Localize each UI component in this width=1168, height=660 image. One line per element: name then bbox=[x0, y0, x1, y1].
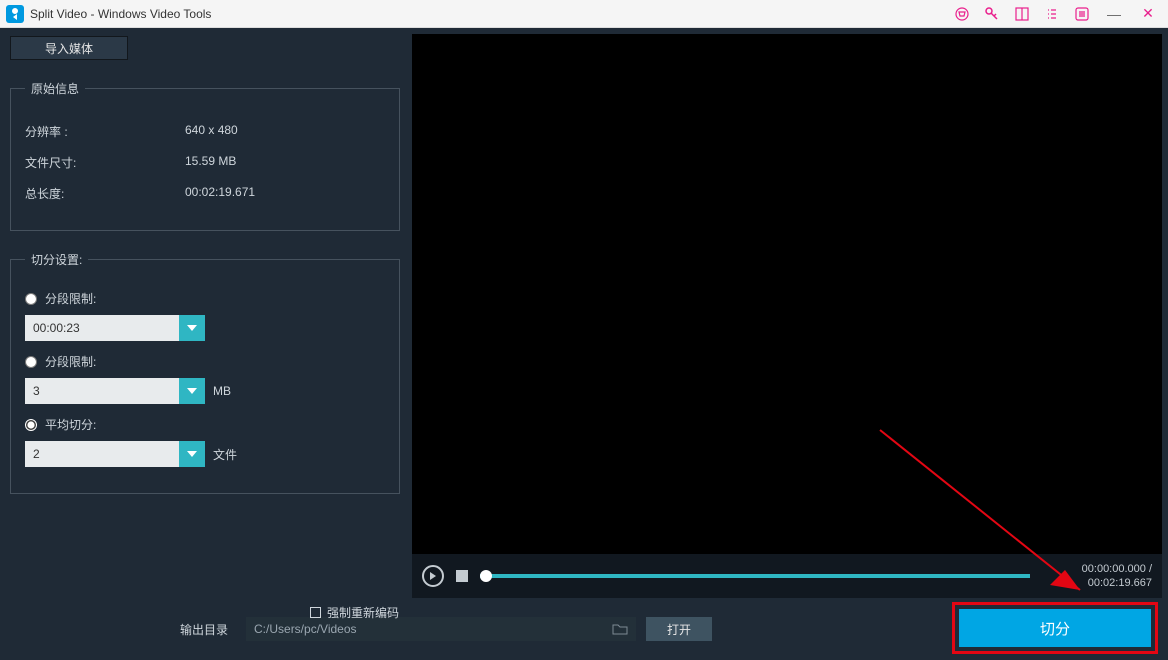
resolution-value: 640 x 480 bbox=[185, 123, 238, 140]
folder-icon[interactable] bbox=[612, 621, 628, 637]
split-settings-group: 切分设置: 分段限制: 00:00:23 分段限制: 3 MB 平均切分: 2 bbox=[10, 251, 400, 494]
key-icon[interactable] bbox=[984, 6, 1000, 22]
filesize-label: 文件尺寸: bbox=[25, 154, 185, 171]
filesize-value: 15.59 MB bbox=[185, 154, 236, 171]
minimize-button[interactable]: — bbox=[1104, 6, 1124, 22]
stop-button[interactable] bbox=[456, 570, 468, 582]
limit-size-label: 分段限制: bbox=[45, 353, 96, 370]
limit-size-combo[interactable]: 3 bbox=[25, 378, 205, 404]
duration-label: 总长度: bbox=[25, 185, 185, 202]
average-split-label: 平均切分: bbox=[45, 416, 96, 433]
split-button[interactable]: 切分 bbox=[959, 609, 1151, 647]
close-button[interactable]: ✕ bbox=[1138, 5, 1158, 22]
layout-icon[interactable] bbox=[1014, 6, 1030, 22]
bottom-bar: 强制重新编码 输出目录 C:/Users/pc/Videos 打开 切分 bbox=[0, 598, 1168, 660]
menu-icon[interactable] bbox=[1074, 6, 1090, 22]
chevron-down-icon[interactable] bbox=[179, 441, 205, 467]
output-path-field[interactable]: C:/Users/pc/Videos bbox=[246, 617, 636, 641]
video-preview bbox=[412, 34, 1162, 554]
chevron-down-icon[interactable] bbox=[179, 378, 205, 404]
chevron-down-icon[interactable] bbox=[179, 315, 205, 341]
left-panel: 导入媒体 原始信息 分辨率 :640 x 480 文件尺寸:15.59 MB 总… bbox=[0, 28, 410, 598]
seek-knob[interactable] bbox=[480, 570, 492, 582]
highlight-annotation: 切分 bbox=[952, 602, 1158, 654]
output-dir-label: 输出目录 bbox=[180, 621, 228, 638]
duration-value: 00:02:19.671 bbox=[185, 185, 255, 202]
play-button[interactable] bbox=[422, 565, 444, 587]
size-unit: MB bbox=[213, 384, 231, 398]
time-display: 00:00:00.000 / 00:02:19.667 bbox=[1052, 562, 1152, 590]
window-title: Split Video - Windows Video Tools bbox=[30, 7, 211, 21]
settings-icon[interactable] bbox=[1044, 6, 1060, 22]
force-reencode-checkbox[interactable] bbox=[310, 607, 321, 618]
limit-size-radio[interactable] bbox=[25, 356, 37, 368]
force-reencode-label: 强制重新编码 bbox=[327, 604, 399, 621]
limit-size-value: 3 bbox=[25, 378, 179, 404]
info-legend: 原始信息 bbox=[25, 80, 85, 97]
app-icon bbox=[6, 5, 24, 23]
average-split-combo[interactable]: 2 bbox=[25, 441, 205, 467]
limit-time-combo[interactable]: 00:00:23 bbox=[25, 315, 205, 341]
limit-time-radio[interactable] bbox=[25, 293, 37, 305]
right-panel: 00:00:00.000 / 00:02:19.667 bbox=[410, 28, 1168, 598]
output-path-value: C:/Users/pc/Videos bbox=[254, 622, 612, 636]
average-split-value: 2 bbox=[25, 441, 179, 467]
split-legend: 切分设置: bbox=[25, 251, 88, 268]
average-split-radio[interactable] bbox=[25, 419, 37, 431]
cart-icon[interactable] bbox=[954, 6, 970, 22]
original-info-group: 原始信息 分辨率 :640 x 480 文件尺寸:15.59 MB 总长度:00… bbox=[10, 80, 400, 231]
avg-unit: 文件 bbox=[213, 446, 237, 463]
seek-slider[interactable] bbox=[480, 574, 1030, 578]
limit-time-value: 00:00:23 bbox=[25, 315, 179, 341]
resolution-label: 分辨率 : bbox=[25, 123, 185, 140]
limit-time-label: 分段限制: bbox=[45, 290, 96, 307]
import-media-button[interactable]: 导入媒体 bbox=[10, 36, 128, 60]
titlebar: Split Video - Windows Video Tools — ✕ bbox=[0, 0, 1168, 28]
open-button[interactable]: 打开 bbox=[646, 617, 712, 641]
player-controls: 00:00:00.000 / 00:02:19.667 bbox=[412, 554, 1162, 598]
